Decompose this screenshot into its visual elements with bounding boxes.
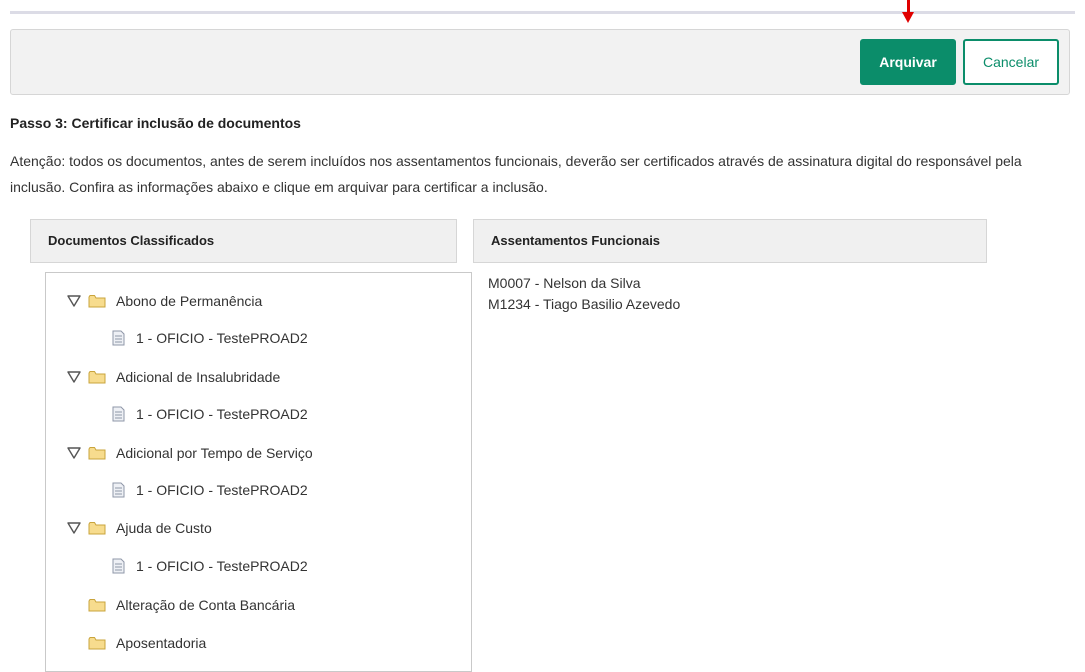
- tree-folder[interactable]: Adicional de Insalubridade: [66, 365, 280, 389]
- annotation-arrow-icon: [902, 12, 914, 23]
- record-item: M1234 - Tiago Basilio Azevedo: [488, 296, 681, 312]
- record-item: M0007 - Nelson da Silva: [488, 275, 641, 291]
- top-divider: [10, 11, 1075, 14]
- tree-folder-label: Alteração de Conta Bancária: [116, 597, 295, 613]
- tree-file[interactable]: 1 - OFICIO - TestePROAD2: [112, 402, 308, 426]
- tree-file-label: 1 - OFICIO - TestePROAD2: [136, 558, 308, 574]
- file-icon: [112, 558, 126, 574]
- folder-icon: [88, 370, 106, 384]
- tree-folder-label: Adicional de Insalubridade: [116, 369, 281, 385]
- folder-icon: [88, 446, 106, 460]
- records-panel-header: Assentamentos Funcionais: [473, 219, 987, 263]
- folder-icon: [88, 294, 106, 308]
- tree-file[interactable]: 1 - OFICIO - TestePROAD2: [112, 326, 308, 350]
- documents-tree: Abono de Permanência 1 - OFICIO - TesteP…: [45, 272, 472, 672]
- file-icon: [112, 330, 126, 346]
- step-title: Passo 3: Certificar inclusão de document…: [10, 115, 301, 131]
- triangle-down-icon[interactable]: [66, 520, 82, 536]
- triangle-down-icon[interactable]: [66, 369, 82, 385]
- tree-folder-label: Ajuda de Custo: [116, 520, 212, 536]
- action-toolbar: Arquivar Cancelar: [10, 29, 1070, 95]
- documents-panel-header: Documentos Classificados: [30, 219, 457, 263]
- tree-folder[interactable]: Abono de Permanência: [66, 289, 262, 313]
- archive-button[interactable]: Arquivar: [860, 39, 956, 85]
- notice-text: Atenção: todos os documentos, antes de s…: [10, 153, 1022, 195]
- triangle-down-icon[interactable]: [66, 445, 82, 461]
- cancel-button[interactable]: Cancelar: [963, 39, 1059, 85]
- tree-folder[interactable]: Ajuda de Custo: [66, 516, 212, 540]
- file-icon: [112, 406, 126, 422]
- tree-folder-label: Abono de Permanência: [116, 293, 263, 309]
- folder-icon: [88, 521, 106, 535]
- tree-folder-label: Adicional por Tempo de Serviço: [116, 445, 313, 461]
- tree-folder[interactable]: Alteração de Conta Bancária: [88, 593, 295, 617]
- tree-file[interactable]: 1 - OFICIO - TestePROAD2: [112, 554, 308, 578]
- tree-file-label: 1 - OFICIO - TestePROAD2: [136, 330, 308, 346]
- file-icon: [112, 482, 126, 498]
- tree-file-label: 1 - OFICIO - TestePROAD2: [136, 482, 308, 498]
- records-list: M0007 - Nelson da Silva M1234 - Tiago Ba…: [488, 273, 680, 315]
- folder-icon: [88, 598, 106, 612]
- tree-file[interactable]: 1 - OFICIO - TestePROAD2: [112, 478, 308, 502]
- tree-folder[interactable]: Adicional por Tempo de Serviço: [66, 441, 313, 465]
- triangle-down-icon[interactable]: [66, 293, 82, 309]
- folder-icon: [88, 636, 106, 650]
- tree-file-label: 1 - OFICIO - TestePROAD2: [136, 406, 308, 422]
- tree-folder-label: Aposentadoria: [116, 635, 207, 651]
- tree-folder[interactable]: Aposentadoria: [88, 631, 206, 655]
